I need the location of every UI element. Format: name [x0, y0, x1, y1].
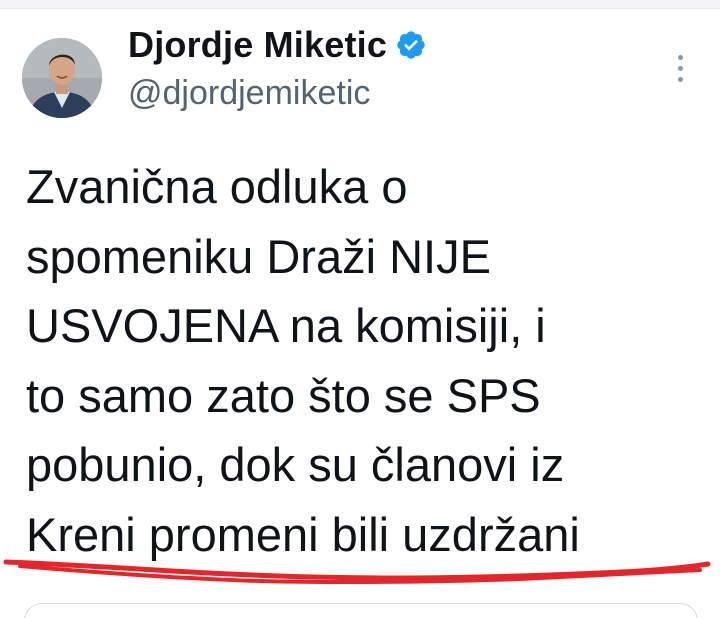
quoted-card[interactable] [24, 603, 698, 618]
dot [677, 65, 683, 71]
top-border [0, 0, 720, 9]
dot [677, 54, 683, 60]
dot [677, 76, 683, 82]
more-options-icon[interactable] [668, 48, 692, 88]
tweet-text-line: to samo zato što se SPS [26, 368, 541, 422]
tweet-text-line: USVOJENA na komisiji, i [26, 299, 546, 352]
tweet-text-line: pobunio, dok su članovi iz [26, 438, 565, 491]
author-name-row: Djordje Miketic [128, 23, 427, 67]
author-display-name[interactable]: Djordje Miketic [128, 24, 387, 66]
tweet-text-line: Zvanična odluka o [26, 160, 408, 213]
verified-badge-icon [395, 29, 427, 61]
author-handle[interactable]: @djordjemiketic [128, 74, 370, 113]
tweet-text: Zvanična odluka o spomeniku Draži NIJE U… [26, 152, 706, 569]
author-avatar[interactable] [22, 38, 102, 118]
tweet-text-line: spomeniku Draži NIJE [26, 229, 491, 283]
red-underline-annotation [0, 548, 720, 588]
avatar-photo [22, 38, 102, 118]
